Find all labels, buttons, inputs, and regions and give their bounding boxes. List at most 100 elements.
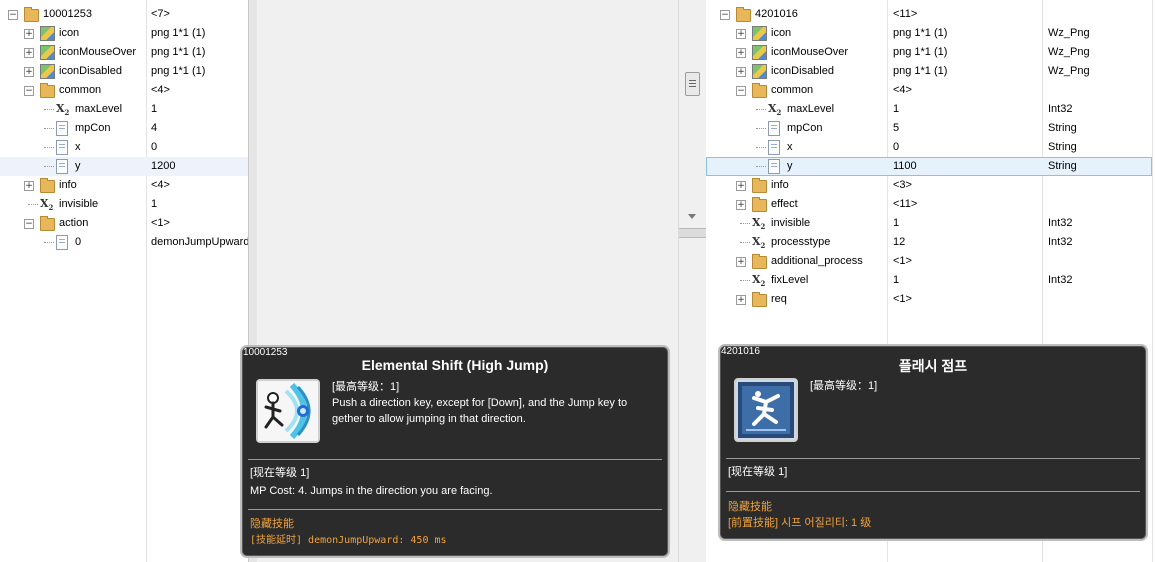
tree-row[interactable]: x 0 String (706, 138, 1152, 157)
node-value: 0 (893, 141, 900, 153)
string-icon (56, 121, 68, 136)
tree-row[interactable]: − common <4> (706, 81, 1152, 100)
tree-connector (756, 147, 766, 148)
node-name: iconDisabled (59, 65, 122, 77)
expand-icon[interactable]: + (736, 257, 746, 267)
tree-row[interactable]: X2 maxLevel 1 Int32 (706, 100, 1152, 119)
tree-row[interactable]: + info <4> (0, 176, 248, 195)
tooltip-divider (248, 509, 662, 510)
expand-icon[interactable]: + (736, 200, 746, 210)
tree-row[interactable]: + icon png 1*1 (1) (0, 24, 248, 43)
node-name: invisible (771, 217, 811, 229)
folder-icon (40, 216, 55, 231)
node-value: <4> (151, 84, 170, 96)
tree-row[interactable]: + effect <11> (706, 195, 1152, 214)
folder-icon (752, 292, 767, 307)
tree-row[interactable]: + icon png 1*1 (1) Wz_Png (706, 24, 1152, 43)
skill-icon (256, 379, 320, 443)
collapse-icon[interactable]: − (8, 10, 18, 20)
expand-icon[interactable]: + (736, 181, 746, 191)
node-name: y (75, 160, 81, 172)
tooltip-divider (726, 491, 1140, 492)
node-value: 1 (893, 274, 900, 286)
node-name: additional_process (771, 255, 863, 267)
tooltip-title: 플래시 점프 (898, 358, 968, 374)
node-name: req (771, 293, 787, 305)
node-name: iconDisabled (771, 65, 834, 77)
tree-row[interactable]: x0 (0, 138, 248, 157)
node-name: info (59, 179, 77, 191)
tree-row[interactable]: − 10001253 <7> (0, 5, 248, 24)
tree-row[interactable]: X2 fixLevel 1 Int32 (706, 271, 1152, 290)
node-value: png 1*1 (1) (893, 65, 948, 77)
integer-icon: X2 (752, 273, 766, 289)
expand-icon[interactable]: + (736, 295, 746, 305)
node-value: <11> (893, 8, 918, 20)
tree-row[interactable]: X2 maxLevel 1 (0, 100, 248, 119)
node-type: Int32 (1048, 236, 1073, 248)
expand-icon[interactable]: + (736, 67, 746, 77)
tree-connector (740, 223, 750, 224)
tree-row[interactable]: + info <3> (706, 176, 1152, 195)
string-icon (768, 159, 780, 174)
scroll-thumb[interactable] (685, 72, 700, 96)
folder-icon (752, 83, 767, 98)
tree-row[interactable]: X2 invisible 1 Int32 (706, 214, 1152, 233)
tree-row[interactable]: y 1100 String (706, 157, 1152, 176)
node-value: <4> (151, 179, 170, 191)
tooltip-title: Elemental Shift (High Jump) (361, 357, 549, 373)
skill-tooltip-left: 10001253 Elemental Shift (High Jump) [最高… (240, 345, 670, 558)
tree-row[interactable]: 0 demonJumpUpward (0, 233, 248, 252)
tree-row[interactable]: − common <4> (0, 81, 248, 100)
node-type: String (1048, 141, 1077, 153)
high-jump-skill-icon (258, 381, 318, 441)
node-name: icon (771, 27, 792, 39)
vertical-scrollbar[interactable] (678, 0, 707, 562)
left-tree-pane[interactable]: − 10001253 <7> + icon png 1*1 (1) + iconMouseOv… (0, 0, 248, 562)
scroll-down-arrow-icon[interactable] (688, 214, 696, 219)
expand-icon[interactable]: + (736, 48, 746, 58)
tree-row[interactable]: + req <1> (706, 290, 1152, 309)
tree-row[interactable]: X2 processtype 12 Int32 (706, 233, 1152, 252)
tree-row[interactable]: + iconDisabled png 1*1 (1) (0, 62, 248, 81)
node-value: png 1*1 (1) (893, 46, 948, 58)
tree-row[interactable]: X2 invisible 1 (0, 195, 248, 214)
node-name: 0 (75, 236, 82, 248)
folder-icon (752, 178, 767, 193)
node-value: 1200 (151, 160, 176, 172)
string-icon (56, 140, 68, 155)
node-value: 0 (151, 141, 158, 153)
string-icon (768, 140, 780, 155)
tree-connector (740, 242, 750, 243)
tree-connector (44, 242, 54, 243)
tree-connector (740, 280, 750, 281)
integer-icon: X2 (56, 102, 70, 118)
node-name: processtype (771, 236, 831, 248)
tree-row[interactable]: y 1200 (0, 157, 248, 176)
expand-icon[interactable]: + (24, 48, 34, 58)
image-icon (40, 45, 55, 60)
expand-icon[interactable]: + (24, 67, 34, 77)
node-type: String (1048, 122, 1077, 134)
tooltip-current-desc: MP Cost: 4. Jumps in the direction you a… (250, 485, 493, 497)
tree-row[interactable]: mpCon 5 String (706, 119, 1152, 138)
node-type: Wz_Png (1048, 27, 1090, 39)
expand-icon[interactable]: + (736, 29, 746, 39)
collapse-icon[interactable]: − (736, 86, 746, 96)
tree-row[interactable]: + iconMouseOver png 1*1 (1) Wz_Png (706, 43, 1152, 62)
collapse-icon[interactable]: − (24, 219, 34, 229)
node-name: action (59, 217, 89, 229)
expand-icon[interactable]: + (24, 29, 34, 39)
collapse-icon[interactable]: − (24, 86, 34, 96)
tree-row[interactable]: − action <1> (0, 214, 248, 233)
collapse-icon[interactable]: − (720, 10, 730, 20)
horizontal-splitter-handle[interactable] (679, 228, 706, 238)
tree-row[interactable]: + additional_process <1> (706, 252, 1152, 271)
tree-row[interactable]: − 4201016 <11> (706, 5, 1152, 24)
tree-row[interactable]: + iconMouseOver png 1*1 (1) (0, 43, 248, 62)
image-icon (752, 45, 767, 60)
expand-icon[interactable]: + (24, 181, 34, 191)
tree-row[interactable]: + iconDisabled png 1*1 (1) Wz_Png (706, 62, 1152, 81)
tree-row[interactable]: mpCon 4 (0, 119, 248, 138)
node-value: 5 (893, 122, 900, 134)
